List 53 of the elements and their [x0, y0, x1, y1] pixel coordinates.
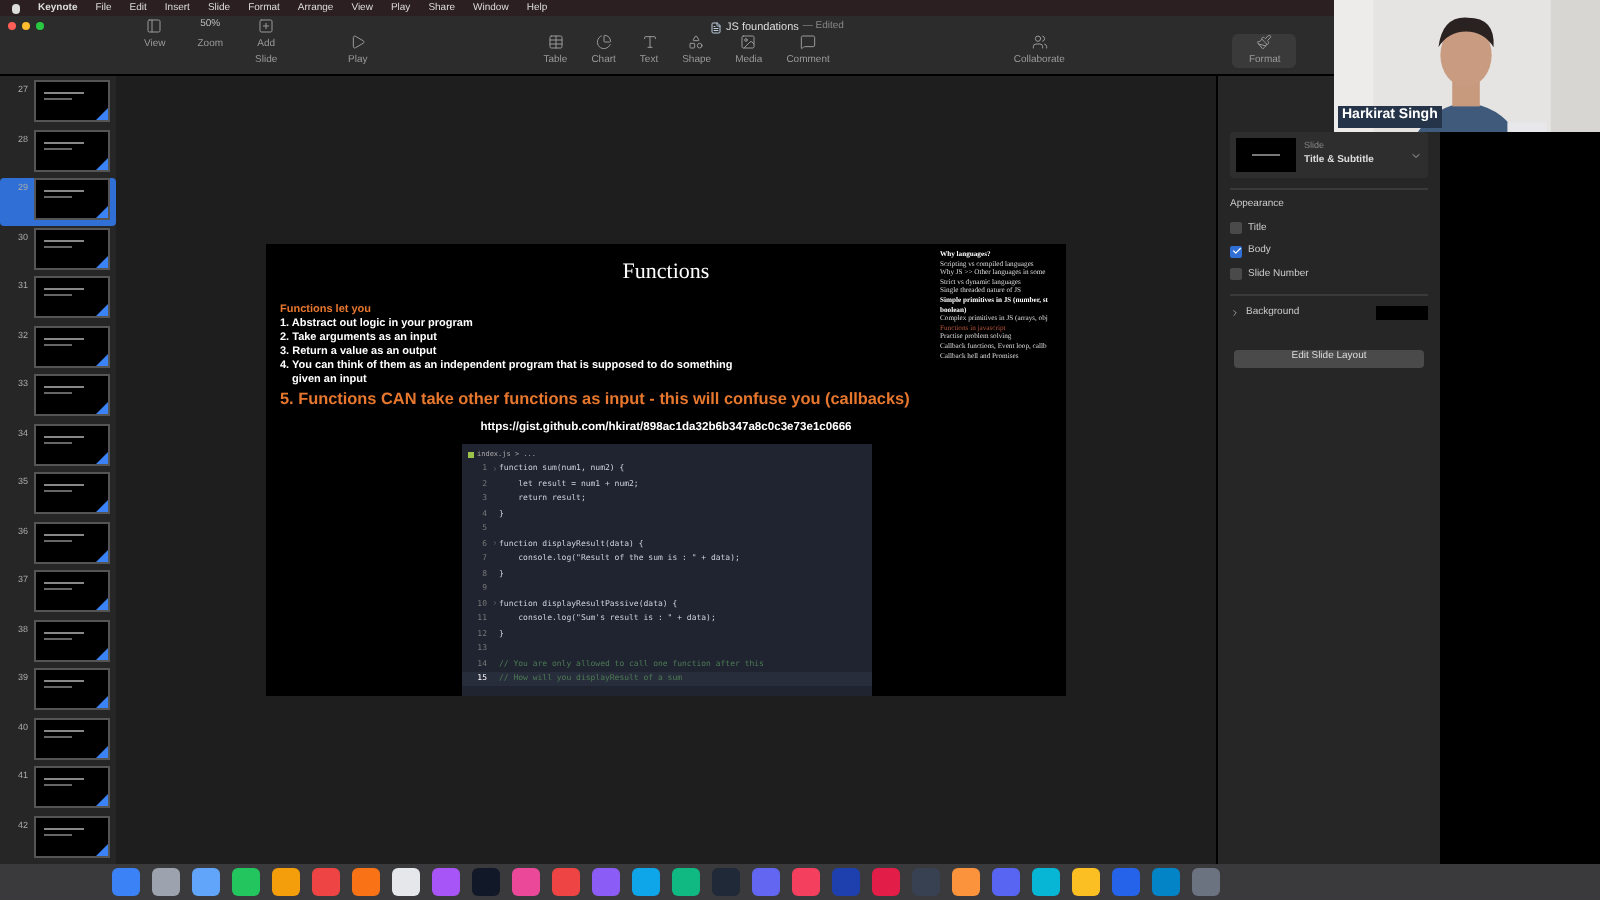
app-icon[interactable]: [272, 868, 300, 896]
app-icon[interactable]: [152, 868, 180, 896]
app-icon[interactable]: [352, 868, 380, 896]
document-icon: [710, 22, 722, 35]
slide-thumbnail: [34, 472, 110, 514]
toolbar-icon: [258, 18, 275, 34]
disclosure-icon[interactable]: [1230, 308, 1240, 319]
slide-title: Functions: [622, 258, 710, 288]
app-icon[interactable]: [1032, 868, 1060, 896]
minimize-icon[interactable]: [22, 22, 30, 30]
toolbar-icon: [1256, 33, 1273, 49]
slide-thumbnail: [34, 374, 110, 416]
apple-icon[interactable]: [12, 3, 20, 13]
app-icon[interactable]: [1072, 868, 1100, 896]
checkbox[interactable]: [1230, 245, 1242, 258]
slide-thumbnail: [34, 325, 110, 367]
slide-thumbnail: [34, 815, 110, 857]
slide-thumbnail: [34, 619, 110, 661]
toolbar-icon: [641, 33, 657, 49]
toolbar-icon: [349, 33, 366, 49]
slide-thumbnail: [34, 668, 110, 710]
slide-thumbnail: [34, 276, 110, 318]
app-icon[interactable]: [192, 868, 220, 896]
checkbox[interactable]: [1230, 222, 1242, 235]
app-icon[interactable]: [672, 868, 700, 896]
app-icon[interactable]: [392, 868, 420, 896]
layout-thumbnail: [1236, 138, 1296, 172]
toolbar-icon: [595, 33, 612, 49]
slide-thumbnail: [34, 227, 110, 269]
toolbar-icon: [547, 33, 564, 49]
app-icon[interactable]: [952, 868, 980, 896]
chevron-icon: [1410, 149, 1422, 161]
slide-thumbnail: [34, 717, 110, 759]
toolbar-icon: [688, 33, 705, 49]
close-icon[interactable]: [8, 22, 16, 30]
slide-thumbnail: [34, 521, 110, 563]
toolbar-icon: [146, 18, 163, 34]
toolbar-icon: [1031, 33, 1048, 49]
slide-thumbnail: [34, 766, 110, 808]
slide-thumbnail: [34, 129, 110, 171]
toolbar-icon: [740, 33, 757, 49]
highlight-text: 5. Functions CAN take other functions as input - this will confuse you (callbacks): [280, 387, 910, 412]
app-icon[interactable]: [232, 868, 260, 896]
slide-thumbnail: [34, 178, 110, 220]
zoom-icon[interactable]: [36, 22, 44, 30]
file-icon: [467, 451, 473, 458]
slide-thumbnail: [34, 80, 110, 122]
color-well[interactable]: [1376, 306, 1428, 321]
checkbox[interactable]: [1230, 268, 1242, 281]
slide-thumbnail: [34, 423, 110, 465]
toolbar-icon: [800, 33, 817, 49]
app-icon[interactable]: [632, 868, 660, 896]
slide-thumbnail: [34, 570, 110, 612]
